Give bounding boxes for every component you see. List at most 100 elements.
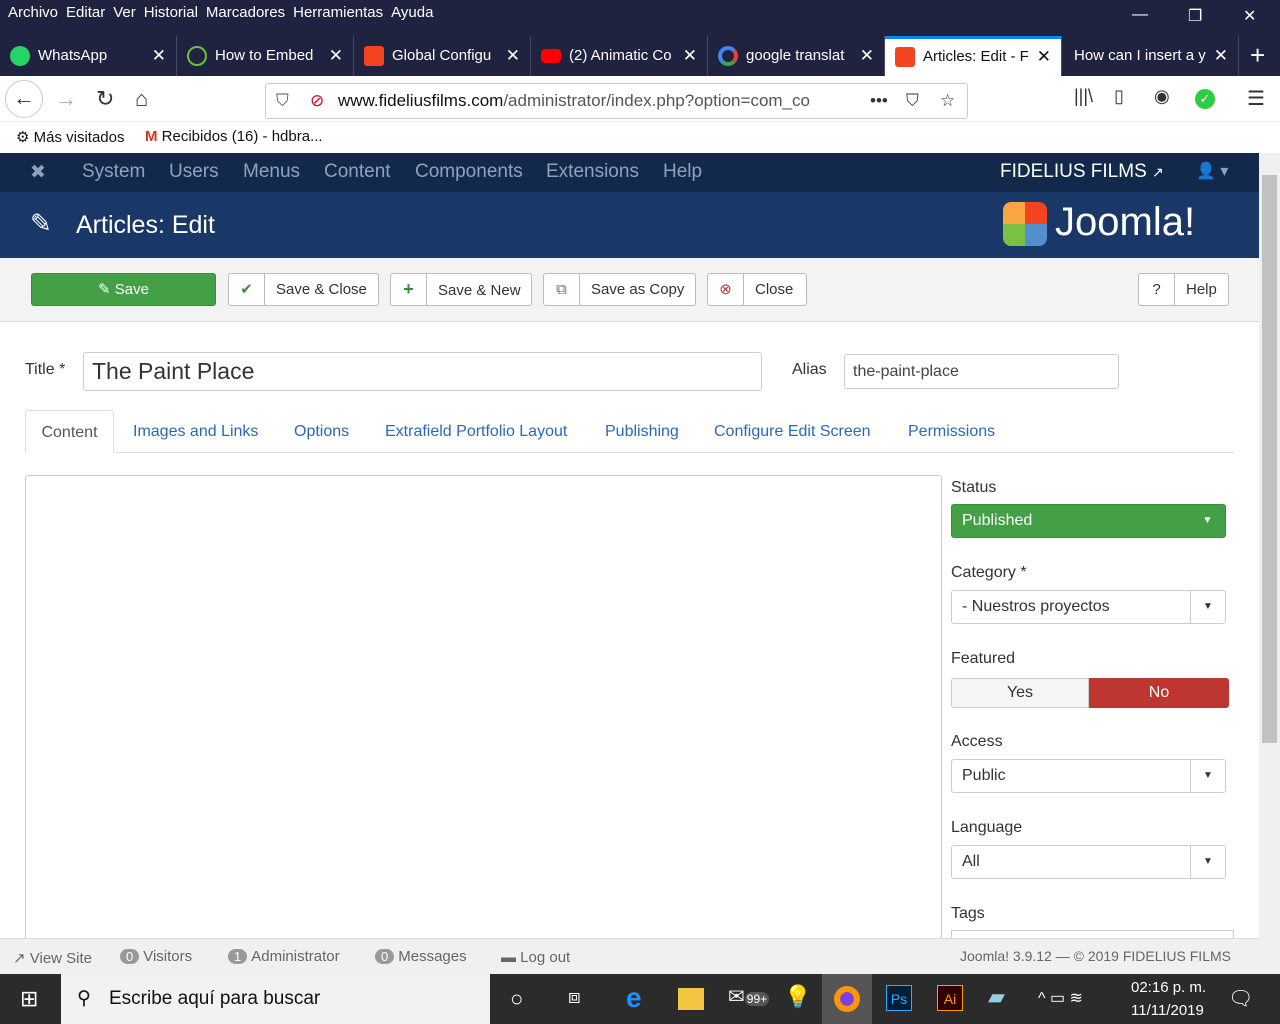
save-new-button[interactable]: + Save & New [390,273,532,306]
help-button[interactable]: ? Help [1138,273,1229,306]
save-button[interactable]: ✎ Save [31,273,216,306]
tab-publishing[interactable]: Publishing [605,410,679,453]
tab-how-to-embed[interactable]: How to Embed ✕ [177,36,354,76]
close-window-button[interactable]: ✕ [1243,6,1256,26]
nav-system[interactable]: System [82,161,145,183]
tab-google-translate[interactable]: google translat ✕ [708,36,885,76]
url-bar[interactable]: ⛉ ⊘ www.fideliusfilms.com/administrator/… [265,83,968,119]
nav-components[interactable]: Components [415,161,523,183]
user-menu-icon[interactable]: 👤 ▾ [1196,161,1228,181]
mail-icon[interactable]: ✉ 99+ [728,984,770,1009]
logout-link[interactable]: ▬ Log out [501,949,570,966]
tab-articles-edit[interactable]: Articles: Edit - F ✕ [885,36,1062,76]
access-select[interactable]: Public ▼ [951,759,1226,793]
minimize-button[interactable]: — [1132,6,1148,24]
nav-extensions[interactable]: Extensions [546,161,639,183]
access-label: Access [951,733,1003,750]
site-link[interactable]: FIDELIUS FILMS ↗ [1000,161,1164,183]
close-tab-icon[interactable]: ✕ [1037,39,1051,75]
editor-area[interactable] [25,475,942,945]
menu-ver[interactable]: Ver [113,4,136,21]
close-tab-icon[interactable]: ✕ [329,36,343,76]
notifications-icon[interactable]: 🗨 [1228,986,1253,1011]
library-icon[interactable]: |||\ [1074,86,1093,107]
menu-editar[interactable]: Editar [66,4,105,21]
file-explorer-icon[interactable] [678,988,704,1010]
firefox-taskbar-button[interactable] [822,974,872,1024]
home-button[interactable]: ⌂ [135,86,148,112]
close-tab-icon[interactable]: ✕ [860,36,874,76]
pocket-icon[interactable]: ⛉ [906,84,919,118]
reload-button[interactable]: ↻ [96,86,114,112]
youtube-icon [541,49,561,63]
page-scrollbar[interactable] [1259,153,1280,974]
scrollbar-thumb[interactable] [1262,175,1277,743]
tab-extrafield-portfolio[interactable]: Extrafield Portfolio Layout [385,410,567,453]
notepad-icon[interactable]: ▰ [988,984,1005,1010]
nav-menus[interactable]: Menus [243,161,300,183]
alias-input[interactable]: the-paint-place [844,354,1119,389]
featured-yes-button[interactable]: Yes [951,678,1089,708]
bookmark-gmail[interactable]: M Recibidos (16) - hdbra... [145,128,323,145]
tab-images-links[interactable]: Images and Links [133,410,258,453]
close-tab-icon[interactable]: ✕ [152,36,166,76]
save-copy-button[interactable]: ⧉ Save as Copy [543,273,696,306]
visitors-link[interactable]: 0 Visitors [120,948,192,965]
close-tab-icon[interactable]: ✕ [683,36,697,76]
menu-ayuda[interactable]: Ayuda [391,4,433,21]
hamburger-menu-icon[interactable]: ☰ [1247,86,1265,111]
restore-button[interactable]: ❐ [1188,6,1202,26]
task-view-icon[interactable]: ⧈ [568,986,581,1009]
shield-icon: ⛉ [276,91,289,110]
tags-label: Tags [951,905,985,922]
menu-historial[interactable]: Historial [144,4,198,21]
joomla-menu-icon[interactable]: ✖ [30,161,46,184]
view-site-link[interactable]: ↗ View Site [13,949,92,967]
forward-button[interactable]: → [55,86,77,112]
language-select[interactable]: All ▼ [951,845,1226,879]
close-tab-icon[interactable]: ✕ [1214,36,1228,76]
tab-options[interactable]: Options [294,410,349,453]
tray-icons[interactable]: ^ ▭ ≋ [1038,988,1083,1008]
administrator-link[interactable]: 1 Administrator [228,948,340,965]
tab-global-config[interactable]: Global Configu ✕ [354,36,531,76]
language-label: Language [951,819,1023,836]
tab-configure-edit-screen[interactable]: Configure Edit Screen [714,410,871,453]
tab-permissions[interactable]: Permissions [908,410,995,453]
account-icon[interactable]: ◉ [1154,86,1170,107]
close-button[interactable]: ⊗ Close [707,273,807,306]
save-close-button[interactable]: ✔ Save & Close [228,273,379,306]
tab-whatsapp[interactable]: WhatsApp ✕ [0,36,177,76]
lightbulb-icon[interactable]: 💡 [784,984,811,1010]
windows-start-icon[interactable]: ⊞ [20,986,38,1012]
menu-marcadores[interactable]: Marcadores [206,4,285,21]
menu-archivo[interactable]: Archivo [8,4,58,21]
more-icon[interactable]: ••• [870,84,888,118]
close-tab-icon[interactable]: ✕ [506,36,520,76]
title-input[interactable]: The Paint Place [83,352,762,391]
bookmark-star-icon[interactable]: ☆ [940,84,955,118]
menu-herramientas[interactable]: Herramientas [293,4,383,21]
edge-icon[interactable]: e [626,982,642,1014]
tab-how-can-i-insert[interactable]: How can I insert a y ✕ [1062,36,1239,76]
sidebar-icon[interactable]: ▯ [1114,86,1124,107]
new-tab-button[interactable]: + [1250,40,1265,71]
tab-youtube[interactable]: (2) Animatic Co ✕ [531,36,708,76]
nav-help[interactable]: Help [663,161,702,183]
extension-check-icon[interactable]: ✓ [1195,89,1215,109]
photoshop-icon[interactable]: Ps [886,985,912,1011]
featured-no-button[interactable]: No [1089,678,1229,708]
taskbar-search[interactable]: ⚲ Escribe aquí para buscar [61,974,490,1024]
back-button[interactable]: ← [5,80,43,118]
bookmark-mas-visitados[interactable]: ⚙ Más visitados [16,128,125,146]
clock-date[interactable]: 11/11/2019 [1131,1002,1204,1019]
messages-link[interactable]: 0 Messages [375,948,467,965]
cortana-icon[interactable]: ○ [510,986,523,1012]
nav-content[interactable]: Content [324,161,391,183]
nav-users[interactable]: Users [169,161,219,183]
tab-content[interactable]: Content [25,410,114,453]
illustrator-icon[interactable]: Ai [937,985,963,1011]
clock-time[interactable]: 02:16 p. m. [1131,979,1206,996]
status-select[interactable]: Published ▼ [951,504,1226,538]
category-select[interactable]: - Nuestros proyectos ▼ [951,590,1226,624]
